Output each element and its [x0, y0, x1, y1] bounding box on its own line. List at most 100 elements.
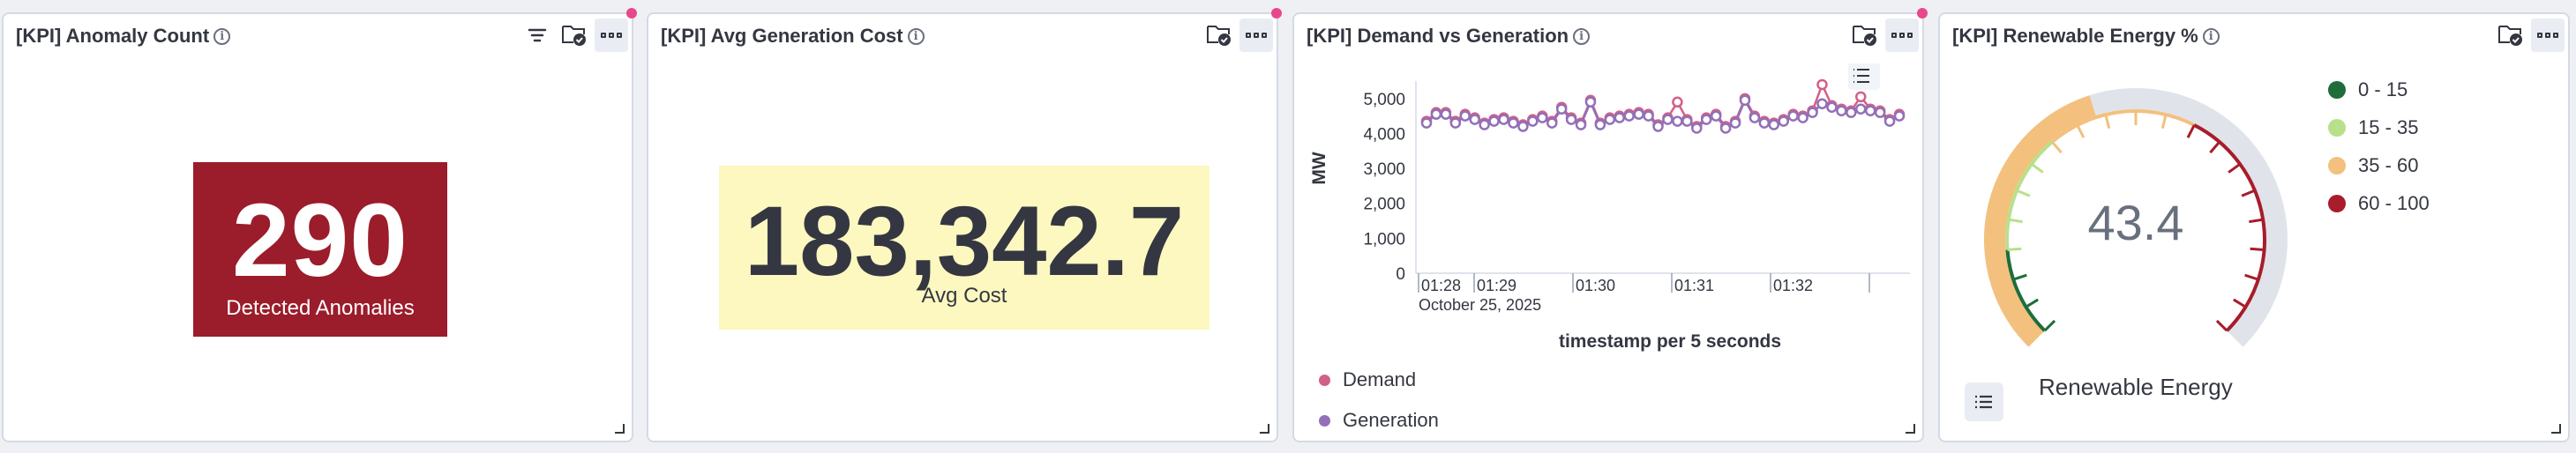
generation-point[interactable] [1479, 119, 1490, 130]
resize-handle[interactable] [615, 424, 625, 434]
generation-point[interactable] [1488, 115, 1500, 127]
y-tick-label: 1,000 [1363, 230, 1405, 249]
generation-point[interactable] [1440, 108, 1452, 120]
gauge-tick [2025, 298, 2039, 308]
legend-item-60-100[interactable]: 60 - 100 [2328, 184, 2430, 222]
chart-legend-toggle[interactable] [1848, 63, 1880, 90]
info-icon[interactable]: i [213, 27, 231, 45]
generation-point[interactable] [1584, 96, 1597, 108]
legend-item-demand[interactable]: Demand [1319, 360, 1439, 400]
generation-point[interactable] [1565, 114, 1577, 125]
panel-renewable-energy: [KPI] Renewable Energy % i 43.4 0 - 15 1… [1938, 12, 2570, 442]
chart-legend: Demand Generation [1319, 360, 1439, 441]
generation-point[interactable] [1749, 112, 1761, 123]
y-tick-label: 3,000 [1363, 160, 1405, 179]
generation-point[interactable] [1469, 114, 1480, 125]
generation-point[interactable] [1662, 114, 1674, 125]
generation-point[interactable] [1846, 107, 1857, 118]
generation-point[interactable] [1537, 112, 1548, 123]
generation-point[interactable] [1672, 115, 1683, 127]
info-icon[interactable]: i [1573, 27, 1591, 45]
demand-point[interactable] [1816, 78, 1828, 91]
x-tick-label: 01:31 [1674, 277, 1714, 294]
generation-point[interactable] [1604, 114, 1616, 125]
saved-library-icon[interactable] [1848, 19, 1882, 52]
legend-label: 60 - 100 [2358, 191, 2430, 214]
generation-point[interactable] [1420, 117, 1433, 129]
generation-point[interactable] [1758, 117, 1771, 129]
generation-point[interactable] [1854, 103, 1867, 115]
gauge-tick [2249, 218, 2264, 224]
generation-point[interactable] [1883, 115, 1896, 127]
legend-item-35-60[interactable]: 35 - 60 [2328, 146, 2430, 184]
generation-point[interactable] [1633, 108, 1644, 120]
legend-toggle-button[interactable] [1965, 382, 2003, 421]
panel-options-button[interactable] [1885, 19, 1919, 52]
generation-point[interactable] [1575, 119, 1587, 130]
legend-label: 0 - 15 [2358, 78, 2408, 100]
gauge-tick [2215, 319, 2228, 332]
generation-point[interactable] [1508, 117, 1519, 129]
saved-library-icon[interactable] [2494, 19, 2527, 52]
generation-point[interactable] [1816, 98, 1828, 110]
generation-point[interactable] [1546, 117, 1558, 129]
generation-point[interactable] [1643, 110, 1654, 122]
panel-controls [520, 18, 628, 53]
legend-label: 15 - 35 [2358, 115, 2419, 138]
gauge-legend: 0 - 15 15 - 35 35 - 60 60 - 100 [2328, 71, 2430, 222]
gauge-tick [2209, 141, 2220, 154]
generation-point[interactable] [1700, 114, 1712, 125]
generation-point[interactable] [1768, 119, 1780, 130]
saved-library-icon[interactable] [1202, 19, 1236, 52]
generation-point[interactable] [1719, 123, 1732, 134]
filter-icon[interactable] [520, 19, 554, 52]
renewable-gauge: 43.4 [1984, 88, 2288, 347]
generation-point[interactable] [1527, 115, 1539, 127]
panel-controls [1848, 18, 1919, 53]
resize-handle[interactable] [2551, 424, 2561, 434]
generation-point[interactable] [1652, 121, 1664, 132]
gauge-value: 43.4 [2088, 195, 2184, 250]
generation-point[interactable] [1797, 112, 1808, 123]
panel-options-button[interactable] [2531, 19, 2565, 52]
info-icon[interactable]: i [907, 27, 925, 45]
generation-point[interactable] [1555, 103, 1568, 115]
x-tick-label: 01:30 [1576, 277, 1615, 294]
x-tick-label: 01:28 [1421, 277, 1461, 294]
info-icon[interactable]: i [2202, 27, 2220, 45]
resize-handle[interactable] [1906, 424, 1915, 434]
panel-options-button[interactable] [595, 19, 628, 52]
generation-point[interactable] [1459, 110, 1471, 122]
resize-handle[interactable] [1260, 424, 1269, 434]
generation-point[interactable] [1864, 105, 1876, 116]
generation-point[interactable] [1729, 117, 1741, 129]
panel-options-button[interactable] [1239, 19, 1273, 52]
generation-point[interactable] [1778, 115, 1789, 127]
demand-point[interactable] [1854, 91, 1867, 103]
generation-point[interactable] [1826, 101, 1838, 113]
legend-item-0-15[interactable]: 0 - 15 [2328, 71, 2430, 108]
generation-point[interactable] [1614, 112, 1626, 123]
generation-point[interactable] [1623, 110, 1635, 122]
generation-point[interactable] [1430, 108, 1442, 120]
saved-library-icon[interactable] [558, 19, 591, 52]
legend-item-generation[interactable]: Generation [1319, 400, 1439, 441]
panel-title: [KPI] Demand vs Generation i [1307, 23, 1591, 49]
generation-point[interactable] [1594, 119, 1606, 130]
generation-point[interactable] [1710, 110, 1722, 122]
generation-point[interactable] [1893, 110, 1906, 122]
generation-point[interactable] [1681, 115, 1693, 127]
legend-item-15-35[interactable]: 15 - 35 [2328, 108, 2430, 146]
generation-point[interactable] [1498, 114, 1509, 125]
generation-point[interactable] [1691, 123, 1703, 134]
y-tick-label: 0 [1396, 265, 1405, 284]
generation-point[interactable] [1449, 117, 1462, 129]
generation-point[interactable] [1739, 94, 1751, 107]
generation-point[interactable] [1807, 107, 1818, 118]
generation-point[interactable] [1874, 107, 1886, 118]
demand-point[interactable] [1672, 96, 1683, 108]
generation-point[interactable] [1836, 105, 1847, 116]
x-date-label: October 25, 2025 [1419, 296, 1541, 314]
generation-point[interactable] [1517, 121, 1529, 132]
generation-point[interactable] [1787, 110, 1799, 122]
